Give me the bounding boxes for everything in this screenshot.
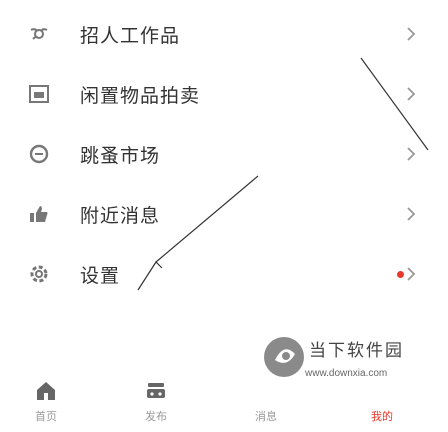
chevron-right-icon [404,23,418,45]
tab-label: 发布 [145,411,167,423]
tab-publish[interactable]: 发布 [116,368,196,432]
watermark-logo-icon [264,337,304,377]
tab-home[interactable]: 首页 [6,368,86,432]
thumbs-up-icon [28,203,50,225]
chevron-right-icon [404,263,418,285]
notification-dot [397,270,404,278]
menu-item-label: 闲置物品拍卖 [80,85,201,107]
menu-item-label: 附近消息 [80,205,161,227]
chat-icon [28,143,50,165]
gear-icon [28,263,50,285]
tab-label: 首页 [35,411,57,423]
site-watermark: 当下软件园 www.downxia.com [225,332,440,398]
watermark-title: 当下软件园 [309,341,404,360]
menu-item-nearby[interactable]: 附近消息 [0,184,448,244]
home-icon [33,378,59,404]
folder-icon [28,83,50,105]
menu-item-label: 设置 [80,265,121,287]
car-icon [143,378,169,404]
watermark-url: www.downxia.com [305,368,388,379]
menu-item-flea-market[interactable]: 跳蚤市场 [0,124,448,184]
menu-item-label: 招人工作品 [80,25,181,47]
menu-item-auction[interactable]: 闲置物品拍卖 [0,64,448,124]
chevron-right-icon [404,83,418,105]
chevron-right-icon [404,143,418,165]
tab-label: 消息 [255,411,277,423]
tab-label: 我的 [371,411,393,423]
menu-item-settings[interactable]: 设置 [0,244,448,304]
menu-item-label: 跳蚤市场 [80,145,161,167]
chevron-right-icon [404,203,418,225]
menu-item-works[interactable]: 招人工作品 [0,4,448,64]
dandelion-icon [28,23,50,45]
